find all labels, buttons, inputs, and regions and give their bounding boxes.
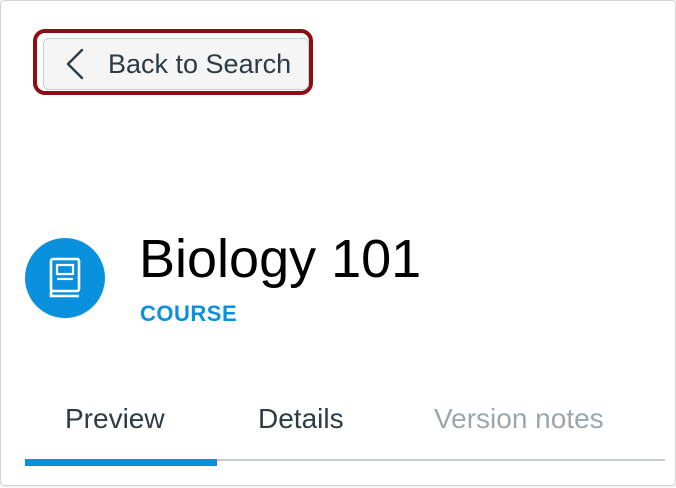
tab-bar: Preview Details Version notes bbox=[25, 393, 665, 467]
course-title: Biology 101 bbox=[139, 229, 422, 289]
book-icon bbox=[25, 238, 105, 318]
back-button-label: Back to Search bbox=[108, 48, 292, 79]
tab-version-notes[interactable]: Version notes bbox=[434, 393, 604, 445]
back-to-search-button[interactable]: Back to Search bbox=[43, 38, 309, 90]
detail-panel: Back to Search Biology 101 COURSE Previe… bbox=[0, 0, 676, 486]
tab-active-indicator bbox=[25, 459, 217, 466]
course-type-label: COURSE bbox=[140, 301, 238, 326]
tab-preview[interactable]: Preview bbox=[65, 393, 165, 445]
chevron-left-icon bbox=[66, 48, 84, 80]
tab-details[interactable]: Details bbox=[258, 393, 344, 445]
